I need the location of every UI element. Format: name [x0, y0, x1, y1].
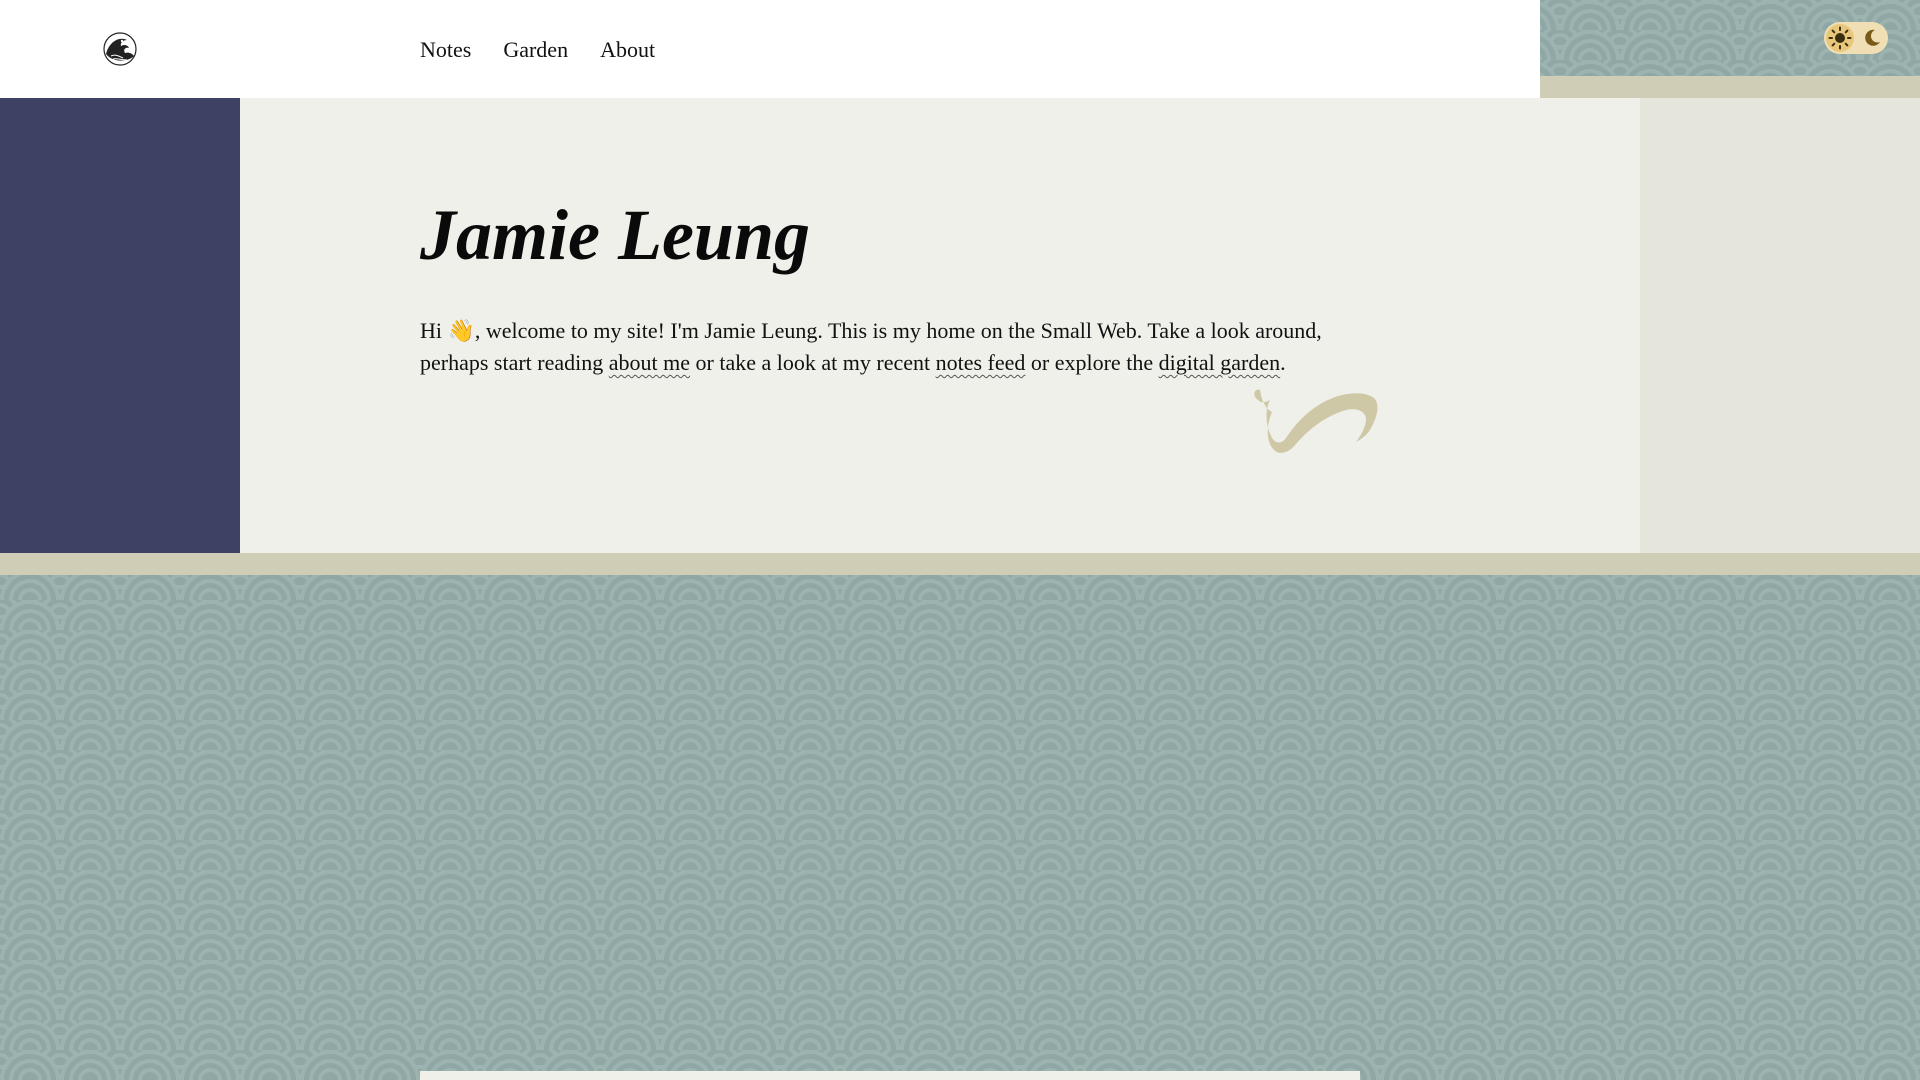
notes-feed-link[interactable]: notes feed: [936, 350, 1026, 375]
nav-link-notes[interactable]: Notes: [420, 36, 471, 64]
intro-text-4: or explore the: [1025, 350, 1159, 375]
hero-sidebar-block: [0, 98, 240, 553]
intro-text-5: .: [1280, 350, 1286, 375]
main-nav: Notes Garden About: [420, 36, 655, 64]
nav-link-garden[interactable]: Garden: [503, 36, 568, 64]
intro-paragraph: Hi 👋, welcome to my site! I'm Jamie Leun…: [420, 315, 1380, 378]
brush-stroke-decoration: [1254, 389, 1378, 453]
sun-icon: [1828, 26, 1852, 50]
site-header: Notes Garden About: [0, 0, 1540, 98]
nav-link-about[interactable]: About: [600, 36, 655, 64]
about-me-link[interactable]: about me: [609, 350, 690, 375]
waving-hand-icon: 👋: [447, 319, 475, 344]
intro-text-1: Hi: [420, 318, 448, 343]
hero-bottom-band: [0, 553, 1920, 575]
great-wave-icon[interactable]: [103, 32, 137, 66]
content-card-top-edge: [420, 1071, 1360, 1080]
header-accent-band: [1540, 76, 1920, 98]
moon-icon: [1865, 29, 1880, 46]
hero-right-block: [1640, 98, 1920, 553]
digital-garden-link[interactable]: digital garden: [1159, 350, 1281, 375]
intro-text-3: or take a look at my recent: [690, 350, 936, 375]
theme-toggle[interactable]: [1824, 22, 1888, 54]
page-title: Jamie Leung: [420, 195, 810, 275]
